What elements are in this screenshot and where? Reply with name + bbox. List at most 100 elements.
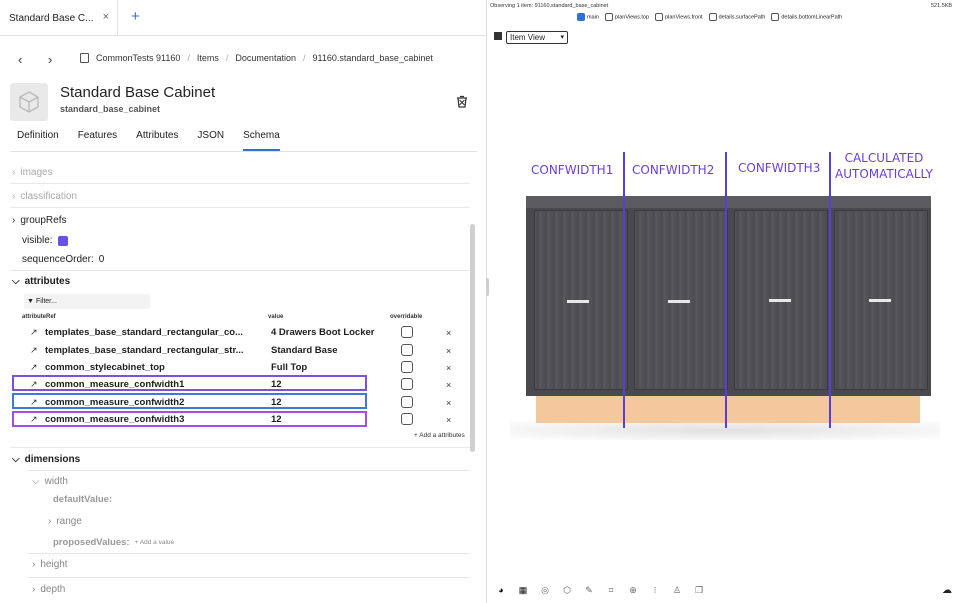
compass-icon[interactable]: ◎: [540, 585, 550, 596]
remove-icon[interactable]: ×: [446, 328, 451, 338]
width-divider-line: [725, 152, 727, 428]
attribute-value[interactable]: 4 Drawers Boot Locker: [271, 327, 374, 338]
divider: [10, 151, 477, 152]
tree-node-dimensions[interactable]: ⌵ dimensions: [12, 454, 80, 465]
document-tab[interactable]: Standard Base C... ×: [0, 0, 118, 36]
scrollbar[interactable]: [470, 224, 475, 452]
remove-icon[interactable]: ×: [446, 415, 451, 425]
chevron-right-icon: ›: [12, 215, 16, 226]
file-size: 521.5KB: [931, 3, 953, 9]
visible-color-swatch[interactable]: [57, 235, 68, 246]
filter-input[interactable]: ▼ Filter...: [24, 294, 150, 309]
breadcrumb-item[interactable]: Items: [197, 53, 219, 63]
cube-icon[interactable]: ⬡: [562, 585, 572, 596]
checkbox-planviews-front[interactable]: planViews.front: [655, 13, 703, 21]
breadcrumb-item[interactable]: 91160.standard_base_cabinet: [312, 53, 432, 63]
external-link-icon[interactable]: ↗: [30, 362, 38, 373]
chevron-right-icon: ›: [12, 191, 16, 202]
confwidth1-label: CONFWIDTH1: [531, 163, 614, 177]
forward-button[interactable]: ›: [48, 52, 52, 67]
tab-features[interactable]: Features: [78, 130, 117, 151]
tab-definition[interactable]: Definition: [17, 130, 59, 151]
external-link-icon[interactable]: ↗: [30, 327, 38, 338]
layer-checkboxes: main planViews.top planViews.front detai…: [577, 13, 842, 21]
divider: [28, 470, 470, 471]
remove-icon[interactable]: ×: [446, 346, 451, 356]
item-thumbnail: [10, 83, 48, 121]
tree-node-images[interactable]: › images: [12, 167, 53, 178]
default-value-field: defaultValue:: [53, 494, 113, 505]
layers-icon[interactable]: ❐: [694, 585, 704, 596]
remove-icon[interactable]: ×: [446, 380, 451, 390]
tree-node-height[interactable]: › height: [32, 559, 68, 570]
external-link-icon[interactable]: ↗: [30, 345, 38, 356]
delete-icon[interactable]: [455, 95, 469, 114]
breadcrumb-item[interactable]: CommonTests 91160: [96, 53, 180, 63]
remove-icon[interactable]: ×: [446, 363, 451, 373]
tree-node-width[interactable]: ⌵ width: [32, 476, 68, 487]
back-button[interactable]: ‹: [18, 52, 22, 67]
breadcrumb-item[interactable]: Documentation: [235, 53, 296, 63]
column-header-overridable: overridable: [390, 314, 423, 320]
divider: [10, 207, 470, 208]
target-icon[interactable]: ⊕: [628, 585, 638, 596]
grid-icon[interactable]: ▦: [518, 585, 528, 596]
chevron-down-icon: ▾: [560, 34, 564, 41]
attribute-value[interactable]: 12: [271, 397, 282, 408]
tab-schema[interactable]: Schema: [243, 130, 280, 151]
chevron-right-icon: ›: [32, 559, 36, 570]
person-icon[interactable]: ♙: [672, 585, 682, 596]
checkbox-details-surfacepath[interactable]: details.surfacePath: [708, 13, 765, 21]
dots-icon[interactable]: ⁝: [650, 585, 660, 596]
external-link-icon[interactable]: ↗: [30, 379, 38, 390]
attribute-name[interactable]: common_measure_confwidth1: [45, 379, 260, 390]
external-link-icon[interactable]: ↗: [30, 414, 38, 425]
external-link-icon[interactable]: ↗: [30, 397, 38, 408]
tree-node-attributes[interactable]: ⌵ attributes: [12, 276, 70, 287]
overridable-checkbox[interactable]: [401, 413, 413, 425]
add-value-button[interactable]: + Add a value: [135, 539, 175, 546]
add-tab-button[interactable]: +: [131, 8, 140, 25]
brush-icon[interactable]: ✎: [584, 585, 594, 596]
palette-icon[interactable]: ◕: [496, 585, 506, 596]
overridable-checkbox[interactable]: [401, 344, 413, 356]
chevron-down-icon: ⌵: [12, 276, 20, 287]
cloud-upload-icon[interactable]: ☁: [942, 585, 952, 596]
remove-icon[interactable]: ×: [446, 398, 451, 408]
attribute-value[interactable]: Full Top: [271, 362, 307, 373]
overridable-checkbox[interactable]: [401, 396, 413, 408]
view-select[interactable]: Item View ▾: [506, 31, 568, 44]
add-attribute-button[interactable]: + Add a attributes: [414, 432, 465, 439]
tree-node-depth[interactable]: › depth: [32, 584, 65, 595]
frame-icon[interactable]: ⌗: [606, 585, 616, 596]
attribute-name[interactable]: templates_base_standard_rectangular_str.…: [45, 345, 260, 356]
overridable-checkbox[interactable]: [401, 378, 413, 390]
tab-json[interactable]: JSON: [197, 130, 224, 151]
width-divider-line: [623, 152, 625, 428]
automatically-label: AUTOMATICALLY: [835, 167, 933, 181]
attribute-name[interactable]: common_measure_confwidth3: [45, 414, 260, 425]
attribute-value[interactable]: 12: [271, 414, 282, 425]
attribute-name[interactable]: common_stylecabinet_top: [45, 362, 260, 373]
close-icon[interactable]: ×: [103, 11, 109, 23]
breadcrumb: CommonTests 91160 / Items / Documentatio…: [80, 53, 433, 63]
tab-attributes[interactable]: Attributes: [136, 130, 178, 151]
attribute-value[interactable]: 12: [271, 379, 282, 390]
divider: [10, 270, 470, 271]
checkbox-details-bottomlinearpath[interactable]: details.bottomLinearPath: [771, 13, 842, 21]
tree-node-grouprefs[interactable]: › groupRefs: [12, 215, 66, 226]
overridable-checkbox[interactable]: [401, 326, 413, 338]
page-title: Standard Base Cabinet: [60, 84, 216, 101]
attribute-name[interactable]: common_measure_confwidth2: [45, 397, 260, 408]
width-divider-line: [829, 152, 831, 428]
breadcrumb-separator: /: [187, 53, 190, 63]
chevron-right-icon: ›: [32, 584, 36, 595]
tree-node-range[interactable]: › range: [48, 516, 82, 527]
attribute-name[interactable]: templates_base_standard_rectangular_co..…: [45, 327, 260, 338]
checkbox-planviews-top[interactable]: planViews.top: [604, 13, 649, 21]
attribute-value[interactable]: Standard Base: [271, 345, 338, 356]
overridable-checkbox[interactable]: [401, 361, 413, 373]
tree-node-classification[interactable]: › classification: [12, 191, 77, 202]
confwidth2-label: CONFWIDTH2: [632, 163, 715, 177]
checkbox-main[interactable]: main: [577, 13, 599, 21]
